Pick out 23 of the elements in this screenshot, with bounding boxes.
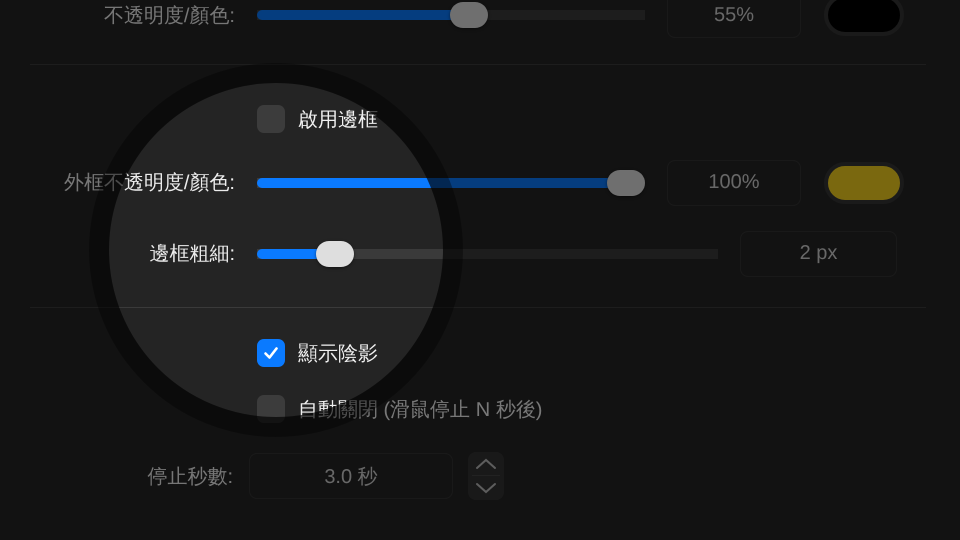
stepper[interactable] (468, 452, 504, 500)
slider-label: 邊框粗細: (148, 242, 235, 267)
slider-label: 不透明度/顏色: (102, 4, 235, 28)
value-field[interactable]: 2 px (740, 230, 897, 276)
chevron-up-icon[interactable] (475, 458, 497, 470)
checkbox[interactable] (257, 395, 285, 423)
field-label: 停止秒數: (146, 464, 233, 490)
checkbox-label[interactable]: 自動關閉 (滑鼠停止 N 秒後) (298, 396, 542, 422)
value-field[interactable]: 100% (667, 160, 801, 206)
checkbox-label[interactable]: 啟用邊框 (298, 106, 378, 132)
checkbox-label[interactable]: 顯示陰影 (298, 340, 378, 366)
slider-label: 外框不透明度/顏色: (62, 171, 235, 196)
checkmark-icon (262, 344, 280, 362)
slider-thumb[interactable] (450, 2, 488, 28)
seconds-field[interactable]: 3.0 秒 (249, 453, 453, 499)
chevron-down-icon[interactable] (475, 482, 497, 494)
value-field[interactable]: 55% (667, 0, 801, 38)
color-swatch[interactable] (824, 0, 904, 36)
checkbox[interactable] (257, 339, 285, 367)
slider-thumb[interactable] (607, 170, 645, 196)
checkbox[interactable] (257, 105, 285, 133)
color-swatch[interactable] (824, 162, 904, 204)
slider-thumb[interactable] (316, 240, 354, 266)
